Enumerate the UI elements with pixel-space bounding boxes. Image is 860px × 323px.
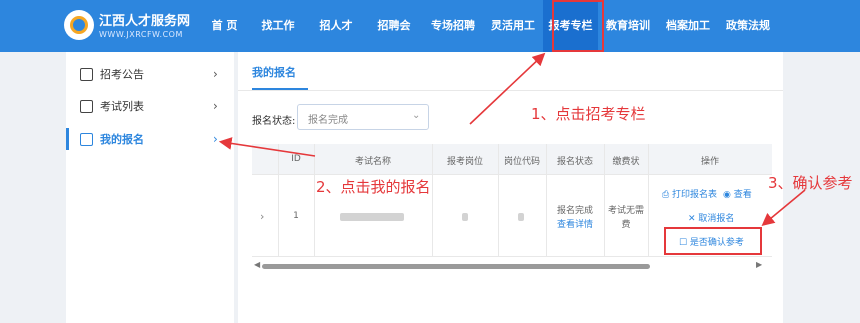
annotation-arrows xyxy=(218,52,806,227)
arrow-step1 xyxy=(469,52,546,125)
arrow-step3 xyxy=(761,189,806,227)
arrow-step2 xyxy=(218,137,316,157)
